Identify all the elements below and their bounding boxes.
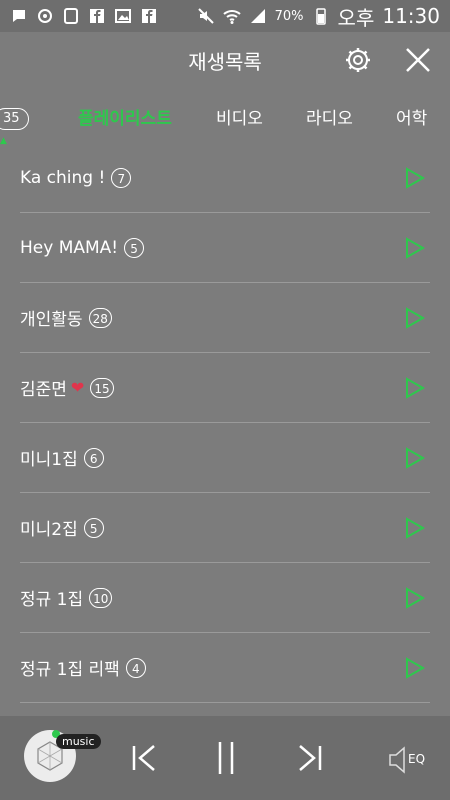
list-item[interactable]: 정규 1집 리팩 4 xyxy=(20,633,430,703)
header: 재생목록 xyxy=(0,32,450,88)
list-item[interactable]: 김준면 ❤ 15 xyxy=(20,353,430,423)
play-icon[interactable] xyxy=(405,587,425,609)
tab-count-badge: 35 xyxy=(0,108,29,130)
battery-icon xyxy=(312,7,330,25)
cast-icon xyxy=(62,7,80,25)
clock: 11:30 xyxy=(382,4,440,28)
play-icon[interactable] xyxy=(405,517,425,539)
list-item[interactable]: 미니2집 5 xyxy=(20,493,430,563)
playlist-name: Hey MAMA! xyxy=(20,237,119,258)
track-count-badge: 5 xyxy=(83,517,104,538)
mute-icon xyxy=(197,7,215,25)
status-bar: 70% 오후 11:30 xyxy=(0,0,450,32)
playlist-name: 개인활동 xyxy=(20,310,83,330)
track-count-badge: 4 xyxy=(125,657,146,678)
track-count-badge: 28 xyxy=(88,307,112,328)
track-count-badge: 7 xyxy=(111,167,132,188)
play-icon[interactable] xyxy=(405,167,425,189)
track-count-badge: 6 xyxy=(83,447,104,468)
playlist-name: 정규 1집 리팩 xyxy=(20,660,120,680)
list-item[interactable]: Hey MAMA! 5 xyxy=(20,213,430,283)
play-icon[interactable] xyxy=(405,657,425,679)
play-icon[interactable] xyxy=(405,307,425,329)
playlist-list: Ka ching ! 7 Hey MAMA! 5 개인활동 28 김준면 ❤ 1… xyxy=(0,143,450,703)
eq-button[interactable]: EQ xyxy=(388,744,428,776)
play-icon[interactable] xyxy=(405,447,425,469)
facebook-icon xyxy=(140,7,158,25)
mini-player: music EQ xyxy=(0,716,450,800)
play-icon[interactable] xyxy=(405,377,425,399)
playlist-name: 미니2집 xyxy=(20,520,78,540)
playlist-name: 정규 1집 xyxy=(20,590,84,610)
tab-language[interactable]: 어학 xyxy=(396,104,427,129)
music-tag: music xyxy=(56,734,101,749)
playlist-name: 미니1집 xyxy=(20,450,78,470)
tab-playlist[interactable]: 플레이리스트 xyxy=(78,104,172,129)
list-item[interactable]: 미니1집 6 xyxy=(20,423,430,493)
next-icon[interactable] xyxy=(290,738,330,778)
chat-icon xyxy=(10,7,28,25)
signal-icon xyxy=(249,7,267,25)
tab-radio[interactable]: 라디오 xyxy=(306,104,353,129)
facebook-icon xyxy=(88,7,106,25)
track-count-badge: 10 xyxy=(89,587,113,608)
play-icon[interactable] xyxy=(405,237,425,259)
previous-icon[interactable] xyxy=(124,738,164,778)
wifi-icon xyxy=(222,7,241,25)
ampm: 오후 xyxy=(337,5,375,30)
list-item[interactable]: 정규 1집 10 xyxy=(20,563,430,633)
notification-icons xyxy=(10,7,158,25)
track-count-badge: 15 xyxy=(90,377,114,398)
battery-percent: 70% xyxy=(274,8,304,24)
playlist-name: 김준면 xyxy=(20,380,67,400)
eq-label: EQ xyxy=(408,752,426,766)
gallery-icon xyxy=(114,7,132,25)
page-title: 재생목록 xyxy=(188,49,262,74)
tab-video[interactable]: 비디오 xyxy=(216,104,263,129)
list-item[interactable]: Ka ching ! 7 xyxy=(20,143,430,213)
system-icons: 70% 오후 11:30 xyxy=(197,2,440,31)
heart-icon: ❤ xyxy=(70,378,85,397)
category-tabs: 35 ▲ 플레이리스트 비디오 라디오 어학 xyxy=(0,94,450,146)
close-icon[interactable] xyxy=(404,46,432,74)
list-item[interactable]: 개인활동 28 xyxy=(20,283,430,353)
mail-icon xyxy=(36,7,54,25)
gear-icon[interactable] xyxy=(344,46,372,74)
pause-icon[interactable] xyxy=(206,738,246,778)
playlist-name: Ka ching ! xyxy=(20,167,106,188)
track-count-badge: 5 xyxy=(124,237,145,258)
